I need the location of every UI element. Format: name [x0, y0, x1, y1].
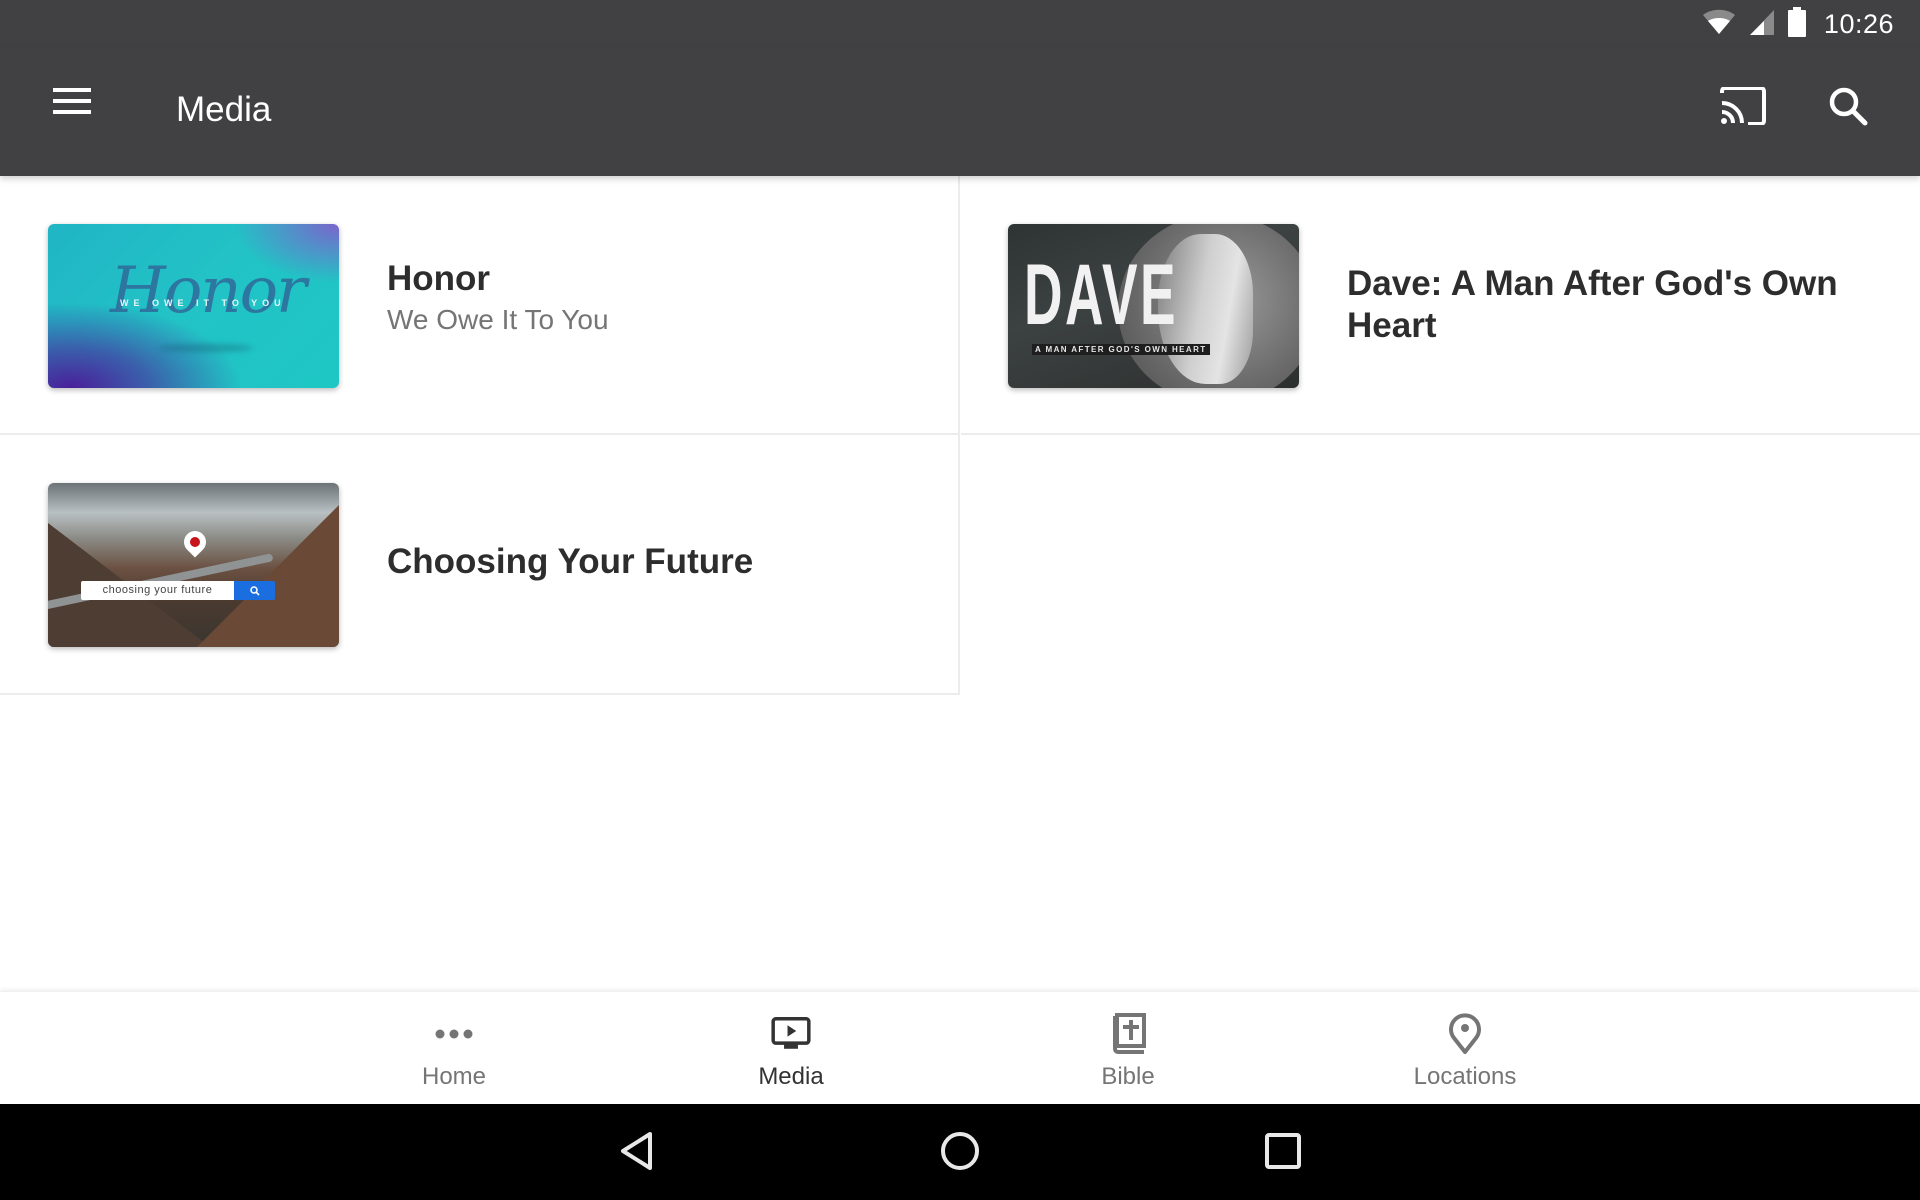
status-time: 10:26 — [1823, 8, 1894, 39]
thumbnail-search-icon — [234, 581, 275, 600]
series-thumbnail: DAVE A MAN AFTER GOD'S OWN HEART — [1008, 224, 1299, 388]
series-title: Honor — [387, 259, 491, 298]
nav-item-bible[interactable]: Bible — [1008, 992, 1248, 1105]
cell-signal-icon — [1748, 8, 1776, 41]
nav-item-home[interactable]: Home — [334, 992, 574, 1105]
nav-label: Media — [758, 1063, 824, 1090]
thumbnail-decoration — [189, 505, 339, 647]
menu-button[interactable] — [44, 76, 100, 132]
series-card-honor[interactable]: Honor WE OWE IT TO YOU Honor We Owe It T… — [0, 176, 960, 435]
thumbnail-decoration — [158, 344, 253, 352]
hamburger-menu-icon — [52, 87, 92, 121]
series-title: Dave: A Man After God's Own Heart — [1347, 264, 1838, 345]
wifi-icon — [1702, 9, 1736, 40]
search-button[interactable] — [1816, 76, 1880, 140]
thumbnail-search-text: choosing your future — [81, 581, 234, 600]
series-subtitle: We Owe It To You — [387, 304, 609, 335]
battery-icon — [1787, 6, 1806, 42]
status-icons: 10:26 — [1702, 6, 1894, 42]
page-title: Media — [176, 90, 272, 129]
series-card-dave[interactable]: DAVE A MAN AFTER GOD'S OWN HEART Dave: A… — [961, 176, 1920, 435]
nav-label: Locations — [1413, 1063, 1517, 1090]
series-thumbnail: Honor WE OWE IT TO YOU — [48, 224, 339, 388]
nav-label: Bible — [1101, 1063, 1155, 1090]
thumbnail-art-tagline: A MAN AFTER GOD'S OWN HEART — [1032, 344, 1210, 355]
system-navigation-bar — [0, 1104, 1920, 1200]
location-pin-icon — [1445, 1012, 1485, 1056]
series-text: Honor We Owe It To You — [387, 258, 918, 338]
nav-label: Home — [421, 1063, 487, 1090]
series-card-choosing-your-future[interactable]: choosing your future Choosing Your Futur… — [0, 435, 960, 695]
thumbnail-art-tagline: WE OWE IT TO YOU — [120, 298, 286, 308]
thumbnail-search-bar: choosing your future — [81, 581, 275, 600]
app-toolbar: Media — [0, 48, 1920, 176]
cast-icon — [1720, 85, 1766, 130]
cast-button[interactable] — [1711, 76, 1775, 140]
series-text: Choosing Your Future — [387, 541, 918, 583]
bible-icon — [1108, 1012, 1148, 1056]
series-title: Choosing Your Future — [387, 542, 754, 581]
nav-item-media[interactable]: Media — [671, 992, 911, 1105]
more-dots-icon — [434, 1012, 474, 1056]
system-recents-button[interactable] — [1253, 1126, 1313, 1180]
system-back-button[interactable] — [607, 1126, 667, 1180]
series-thumbnail: choosing your future — [48, 483, 339, 647]
status-bar: 10:26 — [0, 0, 1920, 48]
thumbnail-art-title: Honor — [110, 254, 307, 328]
thumbnail-art-title: DAVE — [1024, 247, 1179, 343]
home-circle-icon — [939, 1130, 981, 1177]
recents-square-icon — [1264, 1132, 1302, 1175]
search-icon — [1828, 86, 1868, 131]
bottom-navigation: Home Media Bible Locations — [0, 991, 1920, 1104]
back-triangle-icon — [619, 1131, 655, 1176]
series-text: Dave: A Man After God's Own Heart — [1347, 263, 1880, 347]
nav-item-locations[interactable]: Locations — [1345, 992, 1585, 1105]
tv-play-icon — [771, 1012, 811, 1056]
system-home-button[interactable] — [930, 1126, 990, 1180]
